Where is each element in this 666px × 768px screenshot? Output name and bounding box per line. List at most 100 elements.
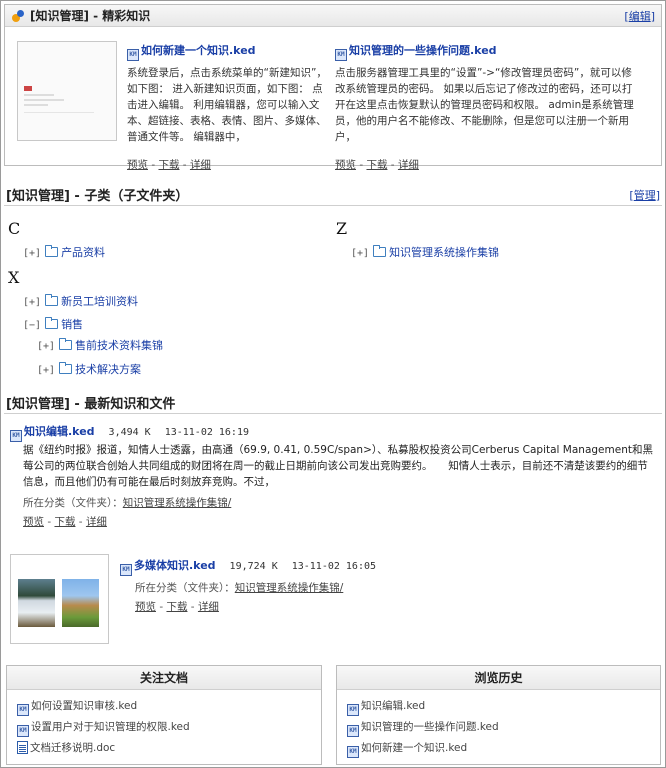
landscape-image (62, 579, 99, 627)
featured-title: [知识管理] - 精彩知识 (30, 9, 151, 23)
preview-link[interactable]: 预览 (135, 601, 156, 613)
article-title-link[interactable]: 如何新建一个知识.ked (141, 44, 256, 57)
word-doc-icon (17, 741, 28, 754)
ked-file-icon: KM (10, 430, 22, 442)
file-size: 19,724 K (229, 561, 278, 572)
item-title-link[interactable]: 知识编辑.ked (24, 425, 95, 438)
file-size: 3,494 K (108, 427, 151, 438)
featured-article-1: KM 如何新建一个知识.ked 系统登录后，点击系统菜单的“新建知识”，如下图： … (127, 44, 327, 171)
category-link[interactable]: 知识管理系统操作集锦/ (123, 497, 232, 509)
expand-toggle[interactable]: [+] (23, 297, 41, 308)
preview-link[interactable]: 预览 (127, 159, 148, 171)
folder-icon (45, 245, 59, 257)
group-letter-x: X (8, 268, 20, 287)
item-category: 所在分类（文件夹）：知识管理系统操作集锦/ (23, 495, 231, 510)
detail-link[interactable]: 详细 (398, 159, 419, 171)
featured-header: [知识管理] - 精彩知识 [编辑] (5, 5, 661, 27)
folder-name[interactable]: 技术解决方案 (75, 363, 141, 376)
subcats-manage: [管理] (629, 188, 660, 202)
subcats-header: [知识管理] - 子类（子文件夹） [管理] (4, 184, 662, 206)
ked-file-icon: KM (335, 49, 347, 61)
history-item[interactable]: KM 知识编辑.ked (347, 696, 660, 717)
latest-title: [知识管理] - 最新知识和文件 (6, 397, 176, 412)
latest-header: [知识管理] - 最新知识和文件 (4, 392, 662, 414)
followed-docs-title: 关注文档 (7, 666, 321, 690)
expand-toggle[interactable]: [+] (37, 341, 55, 352)
article-excerpt: 点击服务器管理工具里的“设置”->“修改管理员密码”，就可以修改系统管理员的密码… (335, 67, 634, 143)
article-title-link[interactable]: 知识管理的一些操作问题.ked (349, 44, 497, 57)
folder-icon (59, 338, 73, 350)
tree-node[interactable]: [+] 新员工培训资料 (23, 293, 138, 309)
edit-link[interactable]: 编辑 (629, 10, 651, 23)
download-link[interactable]: 下载 (166, 601, 187, 613)
history-item[interactable]: KM 如何新建一个知识.ked (347, 738, 660, 759)
featured-section: [知识管理] - 精彩知识 [编辑] KM 如何新建一个知识.ked 系统登录后，… (4, 4, 662, 171)
folder-name[interactable]: 新员工培训资料 (61, 295, 138, 308)
followed-doc-item[interactable]: KM 如何设置知识审核.ked (17, 696, 321, 717)
item-description: 据《纽约时报》报道，知情人士透露，由高通（69.9, 0.41, 0.59C/s… (23, 444, 653, 488)
history-item[interactable]: KM 知识管理的一些操作问题.ked (347, 717, 660, 738)
history-title: 浏览历史 (337, 666, 660, 690)
expand-toggle[interactable]: [+] (23, 248, 41, 259)
latest-item-1-title: KM 知识编辑.ked 3,494 K 13-11-02 16:19 (10, 423, 249, 442)
group-letter-c: C (8, 219, 21, 238)
preview-link[interactable]: 预览 (23, 516, 44, 528)
download-link[interactable]: 下载 (366, 159, 387, 171)
download-link[interactable]: 下载 (158, 159, 179, 171)
preview-link[interactable]: 预览 (335, 159, 356, 171)
history-name[interactable]: 知识编辑.ked (361, 700, 425, 712)
doc-name[interactable]: 设置用户对于知识管理的权限.ked (31, 721, 190, 733)
folder-name[interactable]: 知识管理系统操作集锦 (389, 246, 499, 259)
waterfall-image (18, 579, 55, 627)
file-date: 13-11-02 16:19 (164, 427, 249, 438)
tree-node[interactable]: [−] 销售 (23, 316, 83, 332)
article-excerpt: 系统登录后，点击系统菜单的“新建知识”，如下图： 进入新建知识页面，如下图： 点… (127, 67, 327, 143)
folder-name[interactable]: 销售 (61, 318, 83, 331)
item-actions: 预览 - 下载 - 详细 (23, 516, 107, 528)
featured-thumbnail[interactable] (17, 41, 117, 141)
manage-link[interactable]: 管理 (634, 189, 656, 202)
ked-file-icon: KM (17, 704, 29, 716)
expand-toggle[interactable]: [+] (351, 248, 369, 259)
latest-item-2-title: KM 多媒体知识.ked 19,724 K 13-11-02 16:05 (120, 557, 376, 576)
followed-doc-item[interactable]: KM 设置用户对于知识管理的权限.ked (17, 717, 321, 738)
history-name[interactable]: 如何新建一个知识.ked (361, 742, 467, 754)
folder-icon (373, 245, 387, 257)
doc-name[interactable]: 文档迁移说明.doc (30, 742, 115, 754)
folder-icon (59, 362, 73, 374)
tree-node[interactable]: [+] 产品资料 (23, 244, 105, 260)
ked-file-icon: KM (120, 564, 132, 576)
featured-article-2: KM 知识管理的一些操作问题.ked 点击服务器管理工具里的“设置”->“修改管理… (335, 44, 634, 171)
ked-file-icon: KM (347, 725, 359, 737)
collapse-toggle[interactable]: [−] (23, 320, 41, 331)
subcats-title: [知识管理] - 子类（子文件夹） (6, 189, 189, 204)
ked-file-icon: KM (347, 704, 359, 716)
tree-node[interactable]: [+] 售前技术资料集锦 (37, 337, 163, 353)
item-title-link[interactable]: 多媒体知识.ked (134, 559, 216, 572)
category-link[interactable]: 知识管理系统操作集锦/ (235, 582, 344, 594)
app-logo-icon (11, 9, 25, 23)
tree-node[interactable]: [+] 知识管理系统操作集锦 (351, 244, 499, 260)
tree-node[interactable]: [+] 技术解决方案 (37, 361, 141, 377)
folder-name[interactable]: 产品资料 (61, 246, 105, 259)
detail-link[interactable]: 详细 (198, 601, 219, 613)
detail-link[interactable]: 详细 (86, 516, 107, 528)
history-name[interactable]: 知识管理的一些操作问题.ked (361, 721, 499, 733)
followed-docs-panel: 关注文档 KM 如何设置知识审核.ked KM 设置用户对于知识管理的权限.ked … (6, 665, 322, 765)
detail-link[interactable]: 详细 (190, 159, 211, 171)
group-letter-z: Z (336, 219, 348, 238)
multimedia-thumbnail[interactable] (10, 554, 109, 644)
folder-name[interactable]: 售前技术资料集锦 (75, 339, 163, 352)
file-date: 13-11-02 16:05 (291, 561, 377, 572)
featured-edit: [编辑] (624, 9, 655, 23)
download-link[interactable]: 下载 (54, 516, 75, 528)
expand-toggle[interactable]: [+] (37, 365, 55, 376)
folder-icon (45, 294, 59, 306)
category-label: 所在分类（文件夹）： (23, 497, 123, 509)
folder-icon (45, 317, 59, 329)
doc-name[interactable]: 如何设置知识审核.ked (31, 700, 137, 712)
ked-file-icon: KM (17, 725, 29, 737)
ked-file-icon: KM (127, 49, 139, 61)
history-panel: 浏览历史 KM 知识编辑.ked KM 知识管理的一些操作问题.ked KM 如何新建… (336, 665, 661, 765)
followed-doc-item[interactable]: 文档迁移说明.doc (17, 738, 321, 759)
